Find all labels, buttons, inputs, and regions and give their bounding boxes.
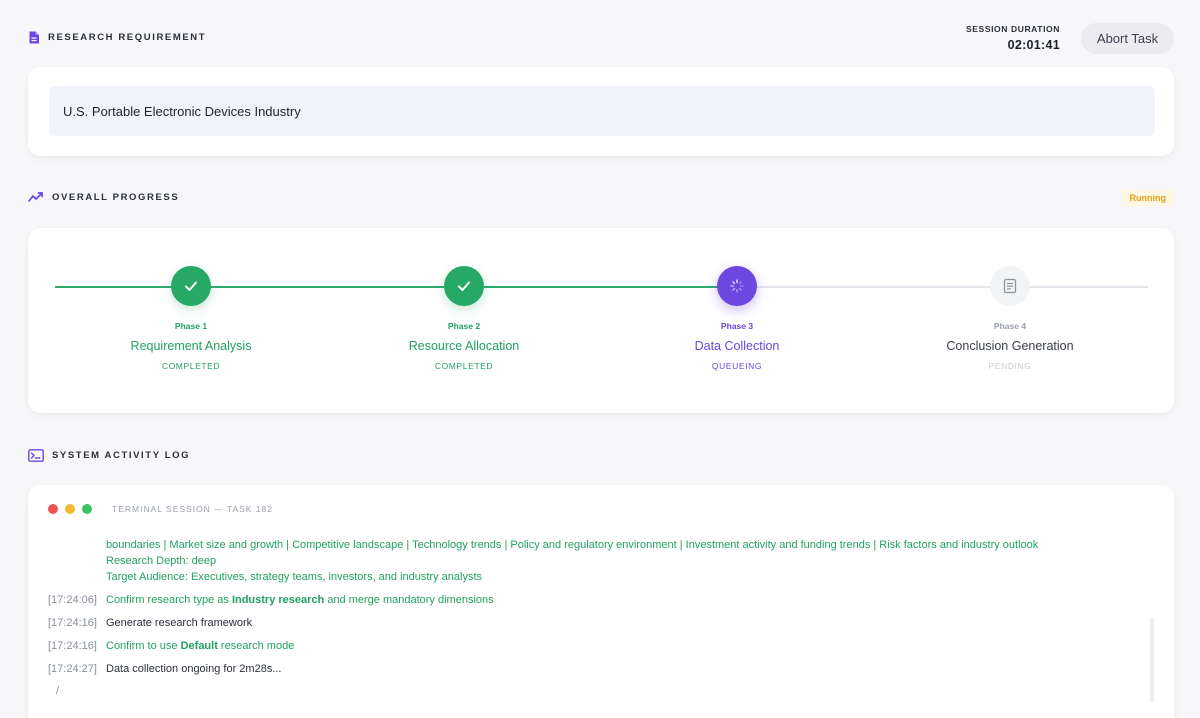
phase-state: PENDING <box>988 361 1032 371</box>
system-activity-log-heading: SYSTEM ACTIVITY LOG <box>28 449 190 462</box>
terminal-title: TERMINAL SESSION — TASK 182 <box>112 504 273 514</box>
window-controls <box>48 504 92 514</box>
log-timestamp: [17:24:16] <box>48 640 97 652</box>
phase-number: Phase 1 <box>174 321 208 331</box>
section-title: SYSTEM ACTIVITY LOG <box>52 450 191 461</box>
log-text-bold: Default <box>180 640 218 652</box>
log-message: Confirm research type as Industry resear… <box>106 592 494 608</box>
session-duration-label: SESSION DURATION <box>966 24 1060 34</box>
section-title: RESEARCH REQUIREMENT <box>48 32 207 43</box>
phase-step-2: Phase 2 Resource Allocation COMPLETED <box>354 266 574 371</box>
minimize-dot[interactable] <box>65 504 75 514</box>
phase-state: COMPLETED <box>434 361 494 371</box>
phase-number: Phase 4 <box>993 321 1027 331</box>
phase-step-4: Phase 4 Conclusion Generation PENDING <box>900 266 1120 371</box>
log-entry: [17:24:27] Data collection ongoing for 2… <box>48 661 1144 677</box>
phase-name: Conclusion Generation <box>946 339 1074 353</box>
requirement-text: U.S. Portable Electronic Devices Industr… <box>49 86 1155 136</box>
phase-number: Phase 3 <box>720 321 754 331</box>
section-title: OVERALL PROGRESS <box>52 191 180 203</box>
check-icon <box>171 266 211 306</box>
log-continuation-line: Target Audience: Executives, strategy te… <box>106 571 483 583</box>
log-entry: [17:24:16] Generate research framework <box>48 615 1144 631</box>
log-timestamp: [17:24:06] <box>48 594 97 606</box>
log-message: Confirm to use Default research mode <box>106 638 294 654</box>
overall-progress-heading: OVERALL PROGRESS <box>28 191 179 203</box>
abort-task-button[interactable]: Abort Task <box>1081 23 1174 54</box>
session-duration-value: 02:01:41 <box>1007 38 1060 52</box>
close-dot[interactable] <box>48 504 58 514</box>
log-text-bold: Industry research <box>231 594 325 606</box>
phase-name: Requirement Analysis <box>130 339 252 353</box>
research-requirement-heading: RESEARCH REQUIREMENT <box>28 31 206 44</box>
spinner-icon <box>717 266 757 306</box>
log-continuation-line: Research Depth: deep <box>106 555 217 567</box>
log-output: boundaries | Market size and growth | Co… <box>48 537 1144 697</box>
terminal-cursor: / <box>56 685 60 697</box>
phase-name: Resource Allocation <box>408 339 520 353</box>
terminal-card: TERMINAL SESSION — TASK 182 boundaries |… <box>28 485 1174 718</box>
requirement-card: U.S. Portable Electronic Devices Industr… <box>28 67 1174 156</box>
phase-state: COMPLETED <box>161 361 221 371</box>
log-entry: [17:24:16] Confirm to use Default resear… <box>48 638 1144 654</box>
phase-state: QUEUEING <box>711 361 763 371</box>
document-lines-icon <box>990 266 1030 306</box>
log-text: research mode <box>217 640 295 652</box>
log-message: Generate research framework <box>106 617 253 629</box>
status-badge: Running <box>1121 190 1174 206</box>
log-scrollbar[interactable] <box>1150 617 1154 703</box>
log-continuation-line: boundaries | Market size and growth | Co… <box>106 539 1039 551</box>
session-duration: SESSION DURATION 02:01:41 <box>966 24 1060 52</box>
phase-name: Data Collection <box>694 339 780 353</box>
check-icon <box>444 266 484 306</box>
document-icon <box>28 31 40 44</box>
log-timestamp: [17:24:16] <box>48 617 97 629</box>
log-text: Confirm research type as <box>106 594 232 606</box>
log-timestamp: [17:24:27] <box>48 663 97 675</box>
phase-number: Phase 2 <box>447 321 481 331</box>
trend-chart-icon <box>28 191 44 203</box>
log-entry: [17:24:06] Confirm research type as Indu… <box>48 592 1144 608</box>
log-text: Confirm to use <box>106 640 181 652</box>
phase-step-3: Phase 3 Data Collection QUEUEING <box>627 266 847 371</box>
log-message: Data collection ongoing for 2m28s... <box>106 663 282 675</box>
phase-step-1: Phase 1 Requirement Analysis COMPLETED <box>81 266 301 371</box>
terminal-icon <box>28 449 44 462</box>
progress-card: Phase 1 Requirement Analysis COMPLETED P… <box>28 228 1174 413</box>
maximize-dot[interactable] <box>82 504 92 514</box>
log-text: and merge mandatory dimensions <box>324 594 494 606</box>
